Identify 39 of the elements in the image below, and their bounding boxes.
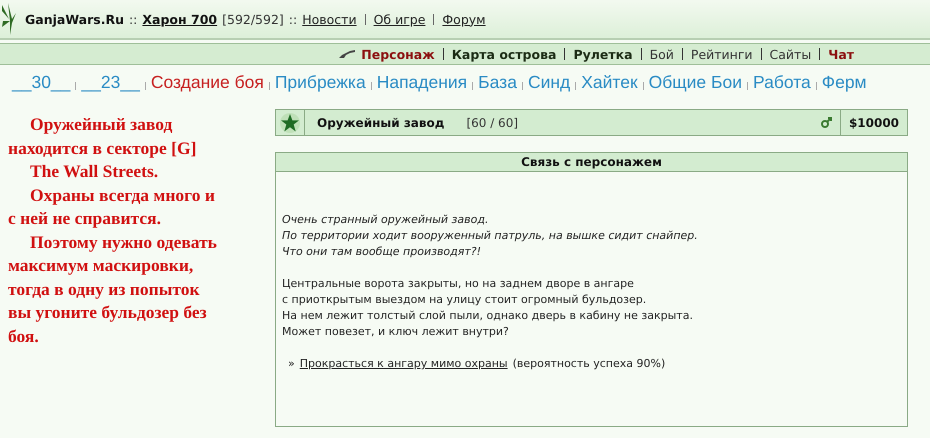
player-link[interactable]: Харон 700 bbox=[142, 12, 218, 26]
object-count: [60 / 60] bbox=[466, 116, 520, 130]
nav-link[interactable]: Работа bbox=[753, 72, 811, 93]
nav-link[interactable]: Нападения bbox=[376, 72, 468, 93]
menu-link[interactable]: Рулетка bbox=[573, 46, 633, 62]
object-name: Оружейный завод bbox=[316, 116, 446, 130]
separator: :: bbox=[128, 12, 138, 26]
menu-link[interactable]: Рейтинги bbox=[690, 46, 753, 62]
panel-title: Связь с персонажем bbox=[276, 153, 907, 172]
menu-link[interactable]: Чат bbox=[828, 46, 854, 62]
nav-link[interactable]: Создание боя bbox=[150, 72, 264, 93]
nav-link[interactable]: Синд bbox=[528, 72, 570, 93]
nav-link[interactable]: Хайтек bbox=[581, 72, 638, 93]
menu-link[interactable]: Бой bbox=[650, 46, 674, 62]
menu-link[interactable]: Сайты bbox=[770, 46, 812, 62]
separator: :: bbox=[288, 12, 298, 26]
male-icon bbox=[821, 117, 832, 128]
nav-link[interactable]: __23__ bbox=[81, 72, 140, 93]
dialog-text: Очень странный оружейный завод. По территории ходит вооруженный патруль, на вышке сидит снайпер. Что они там вообще производят?! bbox=[282, 212, 699, 260]
menu-link[interactable]: Карта острова bbox=[452, 46, 556, 62]
header-link[interactable]: Новости bbox=[302, 12, 357, 26]
rifle-icon bbox=[338, 49, 356, 59]
header-link[interactable]: Об игре bbox=[374, 12, 426, 26]
dialog-text: Центральные ворота закрыты, но на заднем дворе в ангаре с приоткрытым выездом на улицу стоит огромный бульдозер. На нем лежит толстый слой пыли, однако дверь в кабину не закрыта. Может повезет, и ключ лежит внутри? bbox=[282, 276, 694, 340]
nav-link[interactable]: Прибрежка bbox=[274, 72, 366, 93]
menu-link[interactable]: Персонаж bbox=[361, 46, 435, 62]
nav-link[interactable]: Общие Бои bbox=[648, 72, 742, 93]
health-count: [592/592] bbox=[222, 12, 284, 26]
action-link[interactable]: Прокрасться к ангару мимо охраны bbox=[300, 356, 508, 372]
chance-note: (вероятность успеха 90%) bbox=[512, 356, 666, 372]
nav-link[interactable]: Ферм bbox=[822, 72, 867, 93]
nav-link[interactable]: База bbox=[478, 72, 517, 93]
bullet-mark: » bbox=[288, 356, 295, 372]
nav-link[interactable]: __30__ bbox=[12, 72, 70, 93]
price-label: $10000 bbox=[840, 110, 907, 135]
annotation-text: Оружейный завод находится в секторе [G] The Wall Streets. Охраны всегда много и с ней не справится. Поэтому нужно одевать максимум маскировки, тогда в одну из попыток вы угоните бульдозер без боя. bbox=[7, 113, 218, 348]
header-link[interactable]: Форум bbox=[442, 12, 486, 26]
star-icon bbox=[279, 112, 301, 134]
site-name: GanjaWars.Ru bbox=[25, 12, 124, 26]
